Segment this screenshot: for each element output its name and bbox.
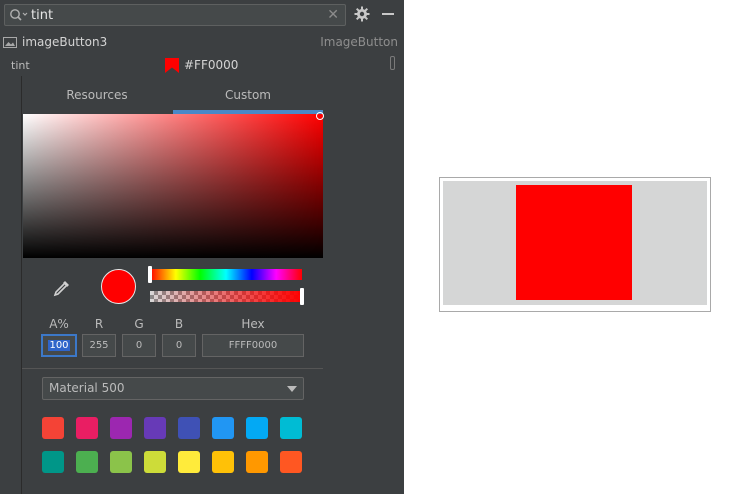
scrollbar-thumb[interactable]: [390, 56, 395, 70]
color-swatch[interactable]: [280, 451, 302, 473]
color-swatch[interactable]: [110, 451, 132, 473]
blue-field[interactable]: 0: [162, 334, 196, 357]
color-swatch[interactable]: [110, 417, 132, 439]
gear-icon[interactable]: [354, 6, 370, 22]
attribute-name: tint: [11, 59, 30, 72]
tint-attribute-row[interactable]: tint #FF0000: [0, 56, 404, 76]
color-swatch[interactable]: [246, 451, 268, 473]
component-name: imageButton3: [22, 35, 108, 49]
eyedropper-icon[interactable]: [52, 278, 72, 298]
attributes-panel: ✕ imageButton3 ImageButton tint #FF0000 …: [0, 0, 404, 494]
current-color-preview: [101, 269, 136, 304]
color-swatch[interactable]: [212, 451, 234, 473]
clear-search-icon[interactable]: ✕: [327, 6, 339, 24]
tinted-image: [516, 185, 632, 300]
saturation-value-handle[interactable]: [316, 112, 324, 120]
minimize-icon[interactable]: [380, 6, 396, 22]
tab-resources[interactable]: Resources: [22, 76, 172, 114]
color-swatch[interactable]: [178, 451, 200, 473]
color-picker-popup: Resources Custom A% R G B Hex 100 255 0 …: [21, 76, 324, 494]
search-input[interactable]: [31, 6, 321, 24]
hue-slider[interactable]: [148, 266, 302, 283]
red-label: R: [94, 317, 104, 331]
component-type: ImageButton: [320, 35, 398, 49]
color-swatch[interactable]: [144, 417, 166, 439]
palette-dropdown[interactable]: Material 500: [42, 377, 304, 400]
color-swatch[interactable]: [212, 417, 234, 439]
color-swatch[interactable]: [76, 451, 98, 473]
chevron-down-icon: [287, 386, 297, 392]
alpha-field[interactable]: 100: [41, 334, 77, 357]
color-swatch[interactable]: [280, 417, 302, 439]
divider: [22, 368, 323, 369]
alpha-slider-thumb[interactable]: [300, 288, 304, 305]
palette-dropdown-value: Material 500: [49, 381, 125, 395]
image-button-background[interactable]: [443, 181, 707, 305]
blue-label: B: [174, 317, 184, 331]
green-field[interactable]: 0: [122, 334, 156, 357]
alpha-field-value: 100: [48, 340, 70, 351]
design-canvas: [404, 0, 743, 494]
hex-label: Hex: [241, 317, 265, 331]
component-header: imageButton3 ImageButton: [0, 32, 404, 54]
hue-slider-thumb[interactable]: [148, 266, 152, 283]
saturation-value-area[interactable]: [23, 114, 323, 258]
color-swatch[interactable]: [246, 417, 268, 439]
hex-field[interactable]: FFFF0000: [202, 334, 304, 357]
attribute-value[interactable]: #FF0000: [184, 58, 238, 72]
color-swatch[interactable]: [178, 417, 200, 439]
color-swatch[interactable]: [42, 417, 64, 439]
tab-custom[interactable]: Custom: [173, 76, 323, 114]
image-button-preview[interactable]: [439, 177, 711, 312]
color-swatch[interactable]: [42, 451, 64, 473]
green-label: G: [134, 317, 144, 331]
image-icon: [3, 37, 17, 48]
color-swatch[interactable]: [144, 451, 166, 473]
alpha-label: A%: [49, 317, 69, 331]
color-swatch[interactable]: [76, 417, 98, 439]
alpha-slider[interactable]: [150, 288, 304, 305]
search-icon: [10, 9, 28, 21]
search-box[interactable]: ✕: [4, 4, 346, 26]
red-field[interactable]: 255: [82, 334, 116, 357]
color-swatch-icon[interactable]: [165, 58, 179, 73]
